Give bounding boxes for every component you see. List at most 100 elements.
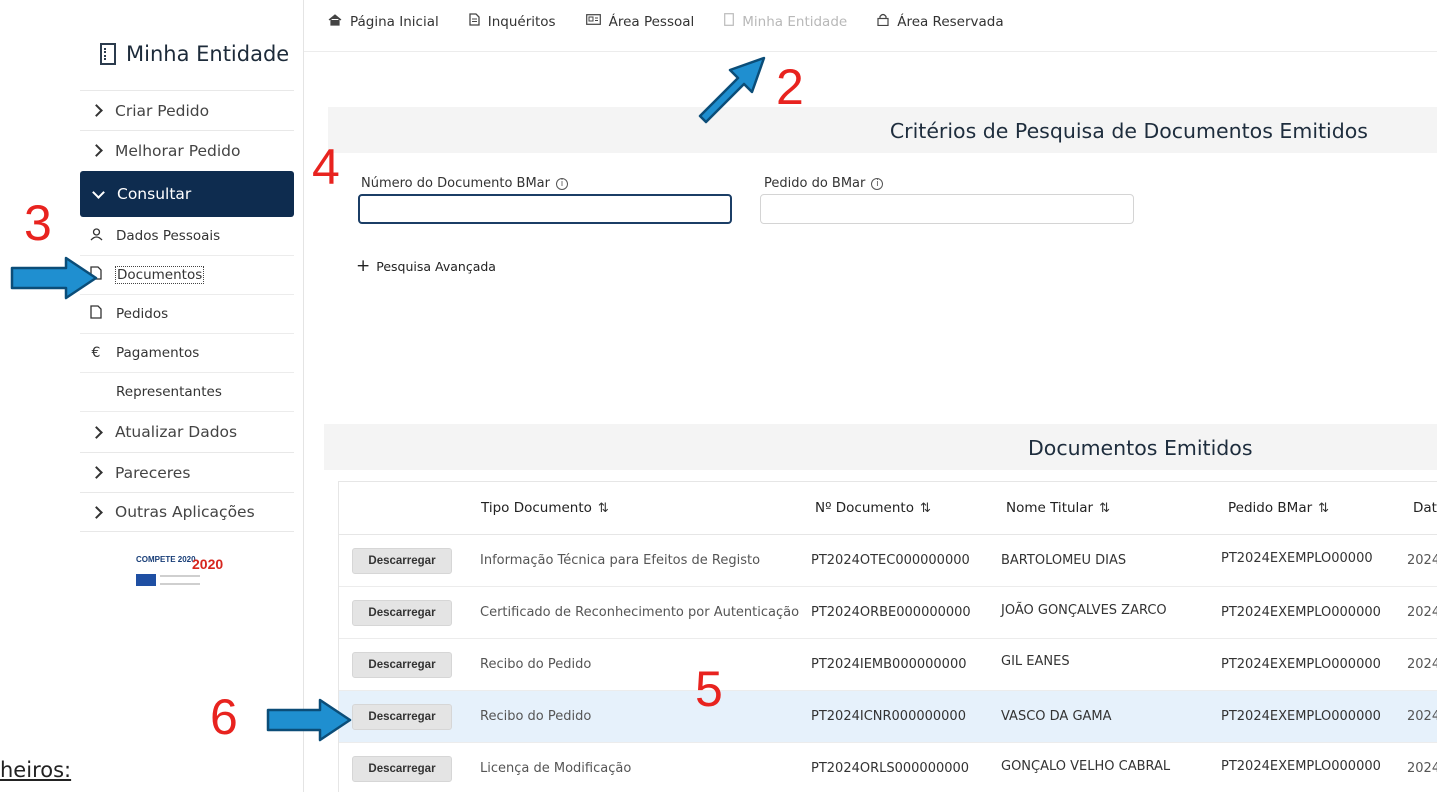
table-row: Descarregar Recibo do Pedido PT2024ICNR0… <box>339 691 1437 743</box>
top-navigation: Página Inicial Inquéritos Área Pessoal M… <box>304 0 1437 52</box>
nav-pagina-inicial[interactable]: Página Inicial <box>328 14 439 30</box>
sidebar-item-melhorar-pedido[interactable]: Melhorar Pedido <box>80 130 294 170</box>
results-header: Documentos Emitidos <box>324 424 1437 470</box>
info-icon[interactable]: i <box>871 177 884 190</box>
sidebar-item-label: Melhorar Pedido <box>115 141 241 160</box>
column-header-pedido[interactable]: Pedido BMar ⇅ <box>1228 500 1329 516</box>
step-number-5: 5 <box>695 661 723 717</box>
cell-numero: PT2024OTEC000000000 <box>811 553 970 568</box>
nav-label: Área Pessoal <box>608 13 695 30</box>
pedido-bmar-input[interactable] <box>760 194 1134 224</box>
sidebar-title-text: Minha Entidade <box>126 42 290 66</box>
results-title: Documentos Emitidos <box>1028 436 1253 460</box>
cut-off-text: heiros: <box>0 758 72 782</box>
sidebar-item-pareceres[interactable]: Pareceres <box>80 452 294 492</box>
sidebar-item-consultar[interactable]: Consultar <box>80 171 294 217</box>
cell-numero: PT2024ICNR000000000 <box>811 709 966 724</box>
criteria-header: Critérios de Pesquisa de Documentos Emit… <box>328 107 1437 153</box>
table-row: Descarregar Informação Técnica para Efei… <box>339 535 1437 587</box>
sidebar-item-outras-aplicacoes[interactable]: Outras Aplicações <box>80 492 294 532</box>
sort-icon: ⇅ <box>1318 501 1330 516</box>
cell-numero: PT2024ORBE000000000 <box>811 605 971 620</box>
cell-data: 2024 <box>1407 657 1437 672</box>
column-header-data[interactable]: Dat <box>1413 500 1437 516</box>
step-number-2: 2 <box>776 59 804 115</box>
info-icon[interactable]: i <box>556 177 568 190</box>
sort-icon: ⇅ <box>1099 501 1111 516</box>
column-header-label: Nº Documento <box>815 500 914 516</box>
chevron-right-icon <box>90 144 103 157</box>
cell-pedido: PT2024EXEMPLO000000 <box>1221 657 1381 672</box>
table-row: Descarregar Recibo do Pedido PT2024IEMB0… <box>339 639 1437 691</box>
download-button[interactable]: Descarregar <box>352 704 452 730</box>
nav-area-reservada[interactable]: Área Reservada <box>877 13 1004 30</box>
cell-numero: PT2024ORLS000000000 <box>811 761 970 776</box>
sidebar-subitem-dados-pessoais[interactable]: Dados Pessoais <box>80 217 294 256</box>
logo-text-lines <box>160 575 200 585</box>
sidebar-item-atualizar-dados[interactable]: Atualizar Dados <box>80 412 294 452</box>
column-header-label: Dat <box>1413 500 1437 516</box>
sidebar-subitem-representantes[interactable]: Representantes <box>80 373 294 412</box>
download-button[interactable]: Descarregar <box>352 600 452 626</box>
cell-data: 2024 <box>1407 761 1437 776</box>
download-button[interactable]: Descarregar <box>352 756 452 782</box>
chevron-right-icon <box>90 104 103 117</box>
document-icon <box>469 13 480 30</box>
cell-tipo: Licença de Modificação <box>480 761 632 776</box>
cell-pedido: PT2024EXEMPLO000000 <box>1221 605 1381 620</box>
sidebar-item-criar-pedido[interactable]: Criar Pedido <box>80 90 294 130</box>
column-header-label: Nome Titular <box>1006 500 1094 516</box>
euro-icon: € <box>91 345 101 361</box>
table-header: Tipo Documento ⇅ Nº Documento ⇅ Nome Titul… <box>339 481 1437 535</box>
column-header-tipo[interactable]: Tipo Documento ⇅ <box>481 500 609 516</box>
sidebar-subitem-documentos[interactable]: Documentos <box>80 256 294 295</box>
nav-minha-entidade[interactable]: Minha Entidade <box>724 13 847 30</box>
column-header-titular[interactable]: Nome Titular ⇅ <box>1006 500 1110 516</box>
column-header-numero[interactable]: Nº Documento ⇅ <box>815 500 931 516</box>
numero-documento-input[interactable] <box>358 194 732 224</box>
nav-label: Área Reservada <box>897 13 1004 30</box>
chevron-right-icon <box>90 505 103 519</box>
arrow-annotation-2 <box>698 56 766 124</box>
cell-tipo: Recibo do Pedido <box>480 657 592 672</box>
sidebar-subitem-pedidos[interactable]: Pedidos <box>80 295 294 334</box>
documents-table: Tipo Documento ⇅ Nº Documento ⇅ Nome Titul… <box>338 481 1437 792</box>
table-row: Descarregar Licença de Modificação PT202… <box>339 743 1437 792</box>
sidebar-item-label: Atualizar Dados <box>115 423 238 441</box>
chevron-down-icon <box>92 185 105 199</box>
cell-titular: JOÃO GONÇALVES ZARCO <box>1001 603 1167 618</box>
cell-data: 2024 <box>1407 553 1437 568</box>
cell-pedido: PT2024EXEMPLO000000 <box>1221 759 1381 774</box>
sidebar: Minha Entidade Criar Pedido Melhorar Ped… <box>80 0 304 792</box>
criteria-title: Critérios de Pesquisa de Documentos Emit… <box>889 119 1368 143</box>
building-icon <box>724 13 735 30</box>
sidebar-subitem-label: Documentos <box>114 266 205 284</box>
download-button[interactable]: Descarregar <box>352 548 452 574</box>
sidebar-subitem-label: Representantes <box>116 384 222 400</box>
nav-area-pessoal[interactable]: Área Pessoal <box>585 13 695 30</box>
cell-tipo: Informação Técnica para Efeitos de Regis… <box>480 553 761 568</box>
field-numero-documento-label: Número do Documento BMar i <box>361 176 568 191</box>
arrow-annotation-6 <box>266 698 352 742</box>
eu-flag-logo <box>136 574 156 586</box>
building-icon <box>100 43 116 65</box>
cell-pedido: PT2024EXEMPLO000000 <box>1221 709 1381 724</box>
compete-logo: COMPETE 2020 <box>136 555 196 564</box>
file-icon <box>88 305 104 323</box>
sidebar-subitem-label: Dados Pessoais <box>116 228 221 244</box>
advanced-search-link[interactable]: + Pesquisa Avançada <box>356 256 496 276</box>
field-pedido-bmar-label: Pedido do BMar i <box>764 176 884 191</box>
plus-icon: + <box>356 256 371 276</box>
nav-inqueritos[interactable]: Inquéritos <box>469 13 556 30</box>
step-number-3: 3 <box>24 195 52 251</box>
home-icon <box>328 13 342 30</box>
cell-titular: VASCO DA GAMA <box>1001 709 1112 724</box>
sidebar-subitem-pagamentos[interactable]: € Pagamentos <box>80 334 294 373</box>
table-row: Descarregar Certificado de Reconheciment… <box>339 587 1437 639</box>
arrow-annotation-3 <box>10 256 98 300</box>
download-button[interactable]: Descarregar <box>352 652 452 678</box>
sidebar-title: Minha Entidade <box>100 42 289 66</box>
sidebar-subitem-label: Pedidos <box>116 306 169 322</box>
lock-icon <box>877 13 889 30</box>
cell-data: 2024 <box>1407 605 1437 620</box>
